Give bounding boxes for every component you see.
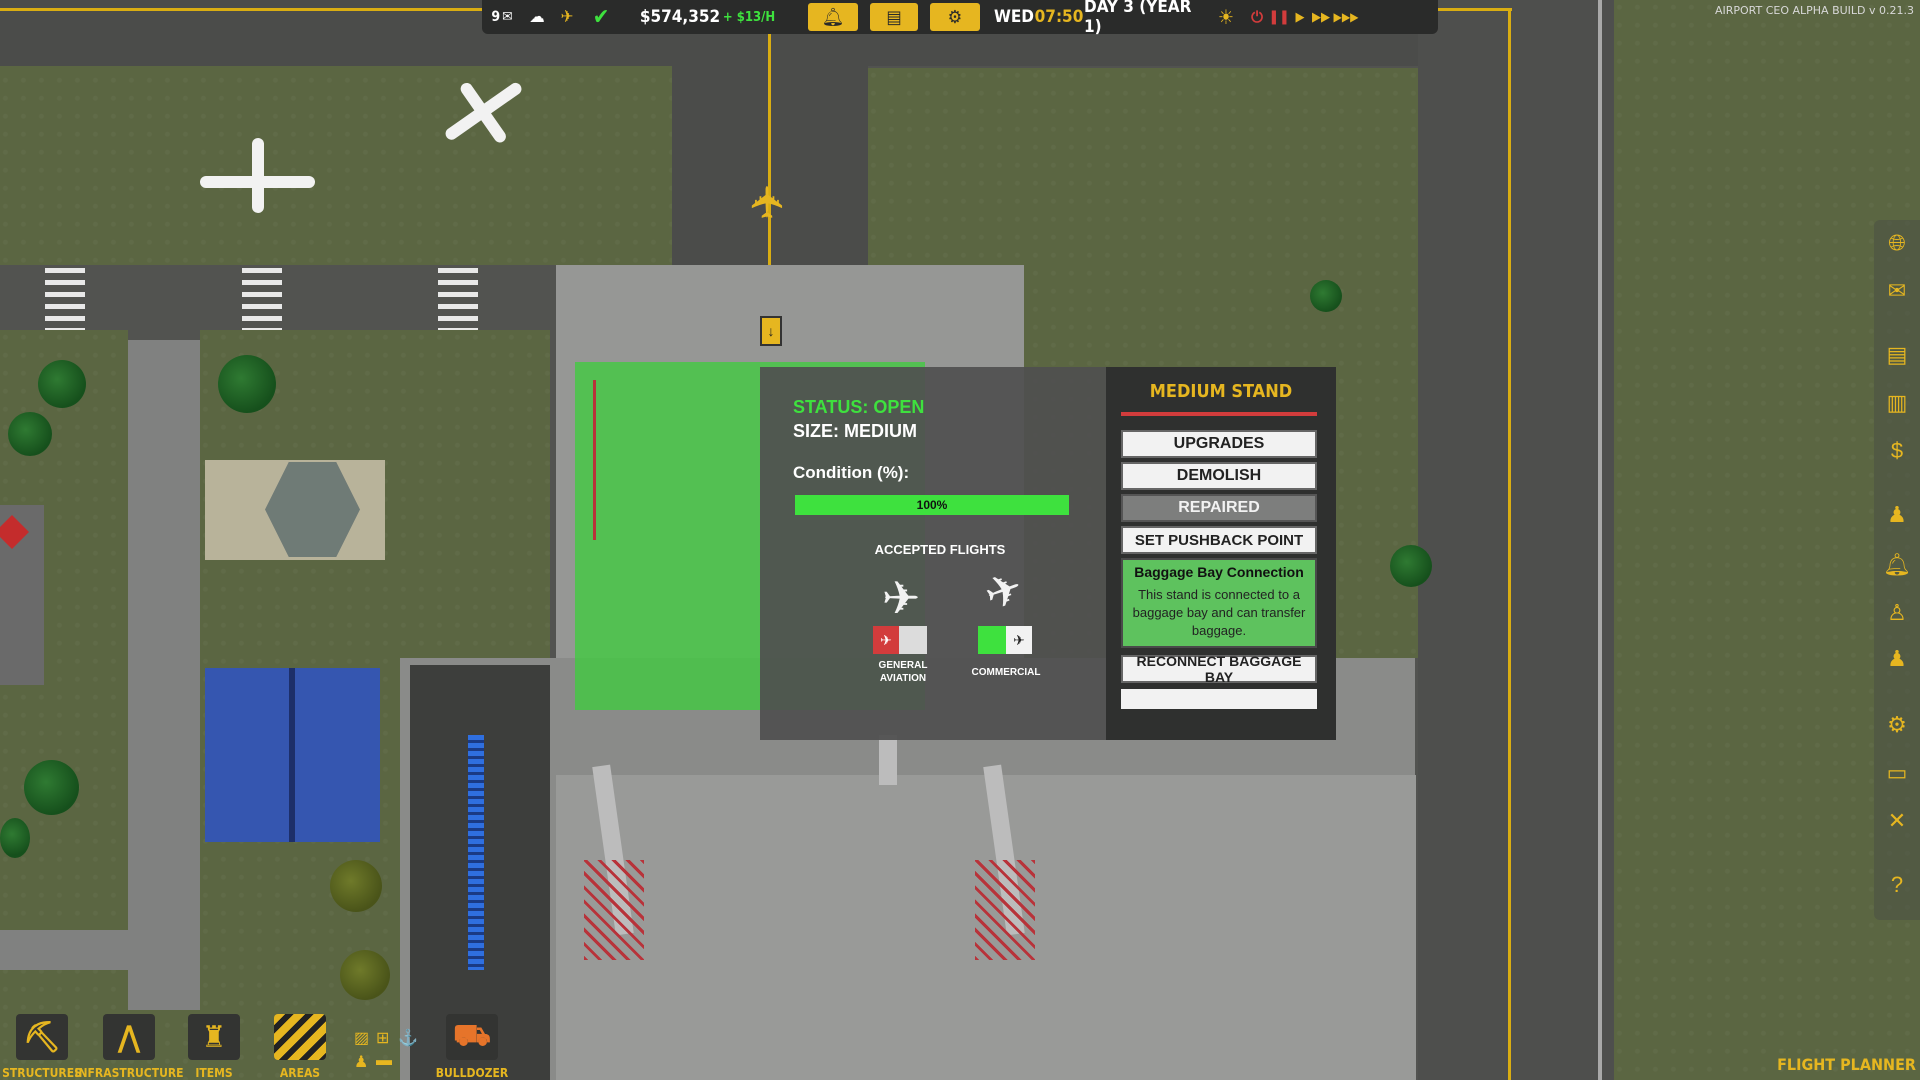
objectives-check-icon[interactable]: ✔ [582,5,620,30]
tools-icon[interactable]: ✕ [1882,806,1912,836]
items-label: ITEMS [195,1066,233,1080]
clock-time: 07:50 [1034,7,1084,27]
sub-tools: ▨ ⊞ ⚓ ♟ ▬ [352,1026,418,1076]
stand-size: SIZE: MEDIUM [793,421,917,441]
gears-icon[interactable]: ⚙ [1882,710,1912,740]
runway-icon[interactable]: ⚓ [398,1028,418,1048]
condition-value: 100% [916,498,948,512]
small-plane-icon: ✈ [881,572,921,624]
flights-icon[interactable]: ✈ [552,7,582,27]
upgrades-button[interactable]: UPGRADES [1121,430,1317,458]
items-button[interactable]: ♜ ITEMS [174,1000,254,1080]
clipboard-icon: ▤ [886,6,902,28]
condition-bar: 100% [795,495,1069,515]
hazard-stripes-icon [274,1014,326,1060]
general-aviation-option: ✈ ✈ GENERAL AVIATION [863,570,943,690]
bar-chart-icon[interactable]: ▥ [1882,388,1912,418]
power-icon[interactable]: ⏻ [1246,8,1268,26]
laptop-icon[interactable]: ▭ [1882,758,1912,788]
notifications-button[interactable]: 🔔︎ [808,3,858,31]
baggage-box-title: Baggage Bay Connection [1134,564,1304,580]
bulldozer-label: BULLDOZER [435,1066,509,1080]
settings-button[interactable]: ⚙ [930,3,980,31]
stand-info-left: STATUS: OPEN SIZE: MEDIUM Condition (%):… [768,375,1112,732]
bulldozer-icon: ⛟ [446,1014,498,1060]
report-icon[interactable]: ▤ [1882,340,1912,370]
person-icon[interactable]: ♟ [1882,500,1912,530]
fastest-forward-button[interactable]: ▶▶▶ [1332,10,1360,24]
globe-icon[interactable]: 🌐︎ [1882,228,1912,258]
commercial-option: ✈ ✈ COMMERCIAL [966,562,1046,690]
stand-info-panel: STATUS: OPEN SIZE: MEDIUM Condition (%):… [760,367,1336,740]
condition-label: Condition (%): [793,463,910,482]
gear-icon: ⚙ [947,6,963,28]
bottom-menu: ⛏ STRUCTURES ⋀ INFRASTRUCTURE ♜ ITEMS AR… [0,1000,520,1080]
general-aviation-label-1: GENERAL [878,660,928,671]
flight-planner-button[interactable]: FLIGHT PLANNER [1776,1055,1916,1074]
people-icon[interactable]: ♟ [354,1052,368,1072]
mail-icon: ✉ [502,9,513,25]
infrastructure-button[interactable]: ⋀ INFRASTRUCTURE [74,1000,184,1080]
small-plane-icon[interactable] [200,138,315,213]
bulldozer-button[interactable]: ⛟ BULLDOZER [432,1000,512,1080]
fast-forward-button[interactable]: ▶▶ [1310,10,1332,25]
worker-icon: ⛏ [16,1014,68,1060]
employee-icon[interactable]: ♟ [1882,644,1912,674]
structures-button[interactable]: ⛏ STRUCTURES [2,1000,82,1080]
zone-icon[interactable]: ▨ [354,1028,369,1048]
luggage-icon[interactable]: ▬ [376,1052,392,1070]
infrastructure-label: INFRASTRUCTURE [74,1066,184,1080]
commercial-toggle[interactable]: ✈ [978,626,1032,654]
play-button[interactable]: ▶ [1290,10,1310,25]
airplane-icon[interactable]: ✈ [744,178,793,226]
day-of-week: WED [993,7,1035,27]
money-display[interactable]: $574,352 [640,7,720,27]
demolish-button[interactable]: DEMOLISH [1121,462,1317,490]
baggage-box-body: This stand is connected to a baggage bay… [1132,587,1306,638]
day-label: DAY 3 (YEAR 1) [1084,0,1192,37]
envelope-icon[interactable]: ✉ [1882,276,1912,306]
bell-icon: 🔔︎ [821,6,845,28]
structures-label: STRUCTURES [2,1066,82,1080]
commercial-label: COMMERCIAL [971,667,1041,678]
reports-button[interactable]: ▤ [870,3,918,31]
sun-icon: ☀ [1217,5,1235,29]
areas-button[interactable]: AREAS [260,1000,340,1080]
panel-title: MEDIUM STAND [1149,381,1293,402]
jet-plane-icon: ✈ [978,562,1030,621]
bell-icon[interactable]: 🔔︎ [1882,550,1912,580]
repaired-button[interactable]: REPAIRED [1121,494,1317,522]
top-bar: 9 ✉ ☁ ✈ ✔ $574,352 + $13/H 🔔︎ ▤ ⚙ WED 07… [482,0,1438,37]
income-display: + $13/H [722,9,776,25]
mail-button[interactable]: 9 ✉ [482,9,522,25]
mail-count: 9 [491,9,501,25]
finance-icon[interactable]: $ [1882,436,1912,466]
set-pushback-point-button[interactable]: SET PUSHBACK POINT [1121,526,1317,554]
actions-list[interactable]: UPGRADES DEMOLISH REPAIRED SET PUSHBACK … [1121,412,1321,732]
reconnect-baggage-bay-button[interactable]: RECONNECT BAGGAGE BAY [1121,653,1317,685]
stand-marker-icon[interactable]: ↓ [760,316,782,346]
accepted-flights-label: ACCEPTED FLIGHTS [874,542,1006,557]
general-aviation-label-2: AVIATION [879,673,927,684]
stand-actions: MEDIUM STAND UPGRADES DEMOLISH REPAIRED … [1106,367,1336,740]
staff-icon[interactable]: ♙ [1882,598,1912,628]
enabled-plane-icon: ✈ [1006,626,1032,654]
weather-icon[interactable]: ☁ [522,7,552,27]
pause-button[interactable]: ❚❚ [1268,9,1290,25]
help-icon[interactable]: ? [1882,870,1912,900]
version-label: AIRPORT CEO ALPHA BUILD v 0.21.3 [1714,4,1914,17]
stand-status: STATUS: OPEN [793,397,925,417]
right-sidebar: 🌐︎ ✉ ▤ ▥ $ ♟ 🔔︎ ♙ ♟ ⚙ ▭ ✕ ? [1874,220,1920,920]
general-aviation-toggle[interactable]: ✈ [873,626,927,654]
desk-icon: ♜ [188,1014,240,1060]
disabled-plane-icon: ✈ [873,626,899,654]
areas-label: AREAS [279,1066,321,1080]
grid-icon[interactable]: ⊞ [376,1028,389,1048]
money-value: $574,352 [639,7,721,27]
road-icon: ⋀ [103,1014,155,1060]
baggage-bay-connection-box: Baggage Bay Connection This stand is con… [1121,558,1317,648]
